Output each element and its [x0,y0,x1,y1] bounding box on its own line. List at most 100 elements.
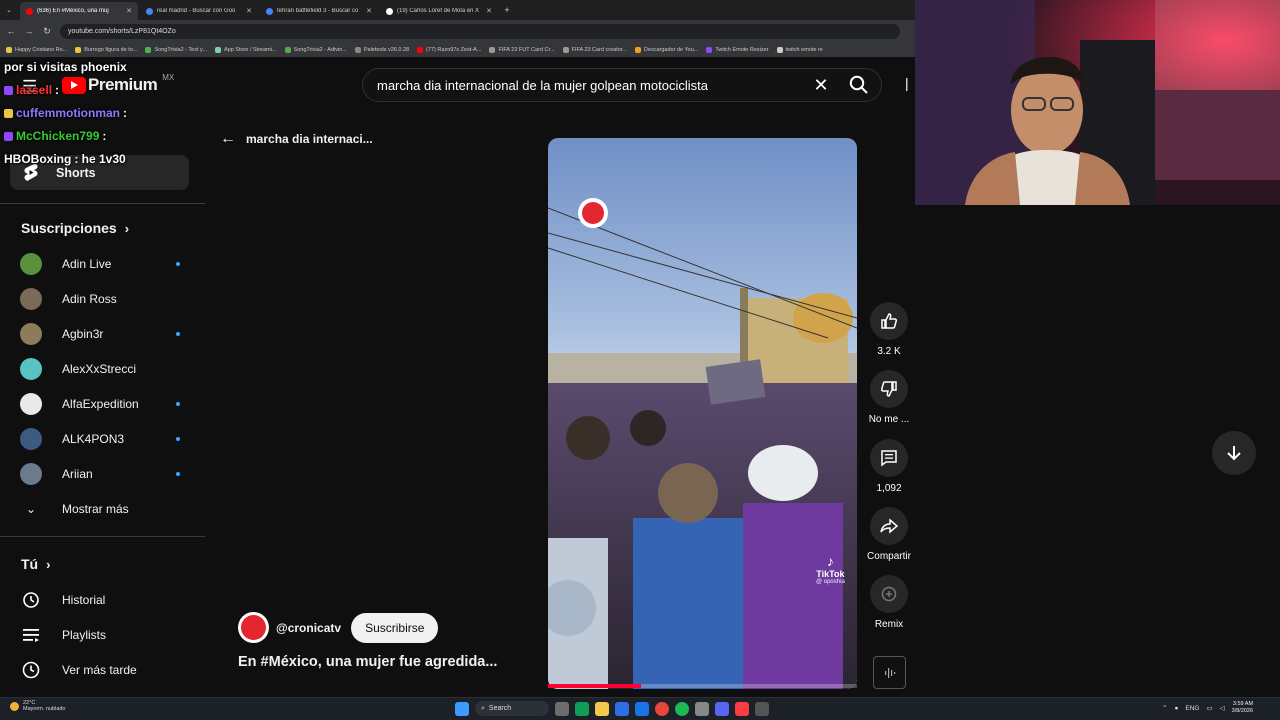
tab-search-icon[interactable]: ⌄ [4,6,14,14]
subscription-name: Agbin3r [62,327,104,341]
sidebar-divider [0,203,205,204]
language-indicator[interactable]: ENG [1185,705,1199,712]
subscription-name: Adin Ross [62,292,117,306]
bookmark-item[interactable]: App Store / Streami... [214,46,277,53]
bookmark-icon [6,46,12,53]
weather-widget[interactable]: 22°C Mayorm. nublado [10,700,66,712]
bookmark-label: Twitch Emote Resizer [715,46,769,53]
file-explorer-icon[interactable] [595,701,609,716]
comments-button[interactable]: 1,092 [866,439,912,494]
bookmark-item[interactable]: FIFA 23 FUT Card Cr... [489,46,555,53]
url-text: youtube.com/shorts/LzP81Qt4OZo [68,27,176,35]
network-icon[interactable]: ▭ [1206,704,1212,712]
watch-later-label: Ver más tarde [62,663,137,677]
close-tab-icon[interactable]: ✕ [246,7,252,15]
music-icon[interactable] [735,701,749,716]
browser-tab[interactable]: tehran battlefield 3 - Buscar co ✕ [260,2,378,20]
browser-tab[interactable]: (19) Carlos Loret de Mola en X ✕ [380,2,498,20]
weather-icon [10,701,19,711]
discord-icon[interactable] [715,701,729,716]
bookmark-item[interactable]: FIFA 23 Card creator... [562,46,627,53]
bookmark-item[interactable]: Happy Cristiano Ro... [6,46,67,53]
avatar [20,288,42,310]
url-field[interactable]: youtube.com/shorts/LzP81Qt4OZo [60,23,900,39]
mail-icon[interactable] [635,701,649,716]
share-button[interactable]: Compartir [866,507,912,562]
sidebar-item-label: Shorts [56,165,96,180]
bookmark-item[interactable]: (77) Razo97s Zest-A... [417,46,481,53]
clock[interactable]: 3:59 AM 3/8/2026 [1232,701,1253,715]
address-bar-row: ← → ↻ youtube.com/shorts/LzP81Qt4OZo [0,20,915,42]
volume-icon[interactable]: ◁ [1220,704,1225,712]
close-tab-icon[interactable]: ✕ [126,7,132,15]
app-icon[interactable] [755,701,769,716]
steam-icon[interactable] [695,701,709,716]
weather-desc: Mayorm. nublado [23,706,66,712]
remix-button[interactable]: Remix [866,575,912,630]
back-icon[interactable]: ← [6,26,16,36]
sidebar-item-subscription[interactable]: AlexXxStrecci [20,356,180,382]
subscribe-button[interactable]: Suscribirse [351,612,439,643]
you-heading[interactable]: Tú › [21,556,50,572]
taskbar-search[interactable]: ⌕ Search [475,701,549,716]
sidebar-item-historial[interactable]: Historial [20,587,180,613]
reload-icon[interactable]: ↻ [42,26,52,37]
chat-text: : [55,83,60,97]
tray-expand-icon[interactable]: ⌃ [1162,704,1167,712]
sidebar-item-subscription[interactable]: Adin Ross [20,286,180,312]
sidebar-item-playlists[interactable]: Playlists [20,622,180,648]
video-progress-bar[interactable] [548,684,857,688]
bookmark-item[interactable]: Paletools v26.0.28 [354,46,409,53]
task-view-icon[interactable] [555,701,569,716]
tab-title: (19) Carlos Loret de Mola en X [397,8,480,14]
mic-tray-icon[interactable]: ● [1174,705,1178,712]
share-icon [880,518,898,534]
bookmark-item[interactable]: SongTrivia2 - Adivin... [284,46,347,53]
back-to-results[interactable]: ← marcha dia internaci... [220,130,373,148]
bookmark-item[interactable]: Burrego figura de to... [75,46,137,53]
browser-tab[interactable]: (636) En #México, una muj ✕ [20,2,138,20]
like-button[interactable]: 3.2 K [866,302,912,357]
sidebar-item-subscription[interactable]: Ariian [20,461,180,487]
start-icon[interactable] [455,701,469,716]
close-tab-icon[interactable]: ✕ [366,7,372,15]
bookmark-item[interactable]: Twitch Emote Resizer [706,46,769,53]
youtube-premium-logo[interactable]: Premium MX [62,73,174,95]
live-indicator-dot [176,262,180,266]
search-input[interactable]: marcha dia internacional de la mujer gol… [362,68,882,102]
clear-search-icon[interactable]: ✕ [805,75,837,96]
show-more-button[interactable]: ⌄ Mostrar más [20,496,180,522]
new-tab-icon[interactable]: + [502,5,512,15]
video-title[interactable]: En #México, una mujer fue agredida... [238,654,497,670]
sidebar-item-subscription[interactable]: Adin Live [20,251,180,277]
bookmark-item[interactable]: Descargador de You... [634,46,698,53]
dislike-button[interactable]: No me ... [866,370,912,425]
sidebar-item-watch-later[interactable]: Ver más tarde [20,657,180,683]
bookmark-item[interactable]: SongTrivia2 - Test y... [145,46,207,53]
mic-icon[interactable]: | [905,75,909,91]
sidebar-item-subscription[interactable]: ALK4PON3 [20,426,180,452]
search-button[interactable] [840,68,878,102]
next-short-button[interactable] [1212,431,1256,475]
tab-favicon [386,7,393,15]
browser-tab[interactable]: real madrid - Buscar con Goo ✕ [140,2,258,20]
forward-icon[interactable]: → [24,26,34,36]
chat-username: lazsell [16,83,53,97]
sidebar-item-subscription[interactable]: AlfaExpedition [20,391,180,417]
subscriptions-heading[interactable]: Suscripciones › [21,220,129,236]
close-tab-icon[interactable]: ✕ [486,7,492,15]
channel-handle[interactable]: @cronicatv [276,621,341,635]
short-video-player[interactable]: ♪ TikTok @ oposhia [548,138,857,689]
subscription-name: AlexXxStrecci [62,362,137,376]
spotify-icon[interactable] [675,701,689,716]
sound-button[interactable] [873,656,906,689]
edge-icon[interactable] [575,701,589,716]
avatar [20,463,42,485]
channel-avatar[interactable] [238,612,269,643]
logo-text: Premium [88,75,158,94]
sidebar-item-subscription[interactable]: Agbin3r [20,321,180,347]
chrome-icon[interactable] [655,701,669,716]
bookmark-item[interactable]: twitch emote re [776,46,823,53]
youtube-play-icon [62,76,86,94]
store-icon[interactable] [615,701,629,716]
